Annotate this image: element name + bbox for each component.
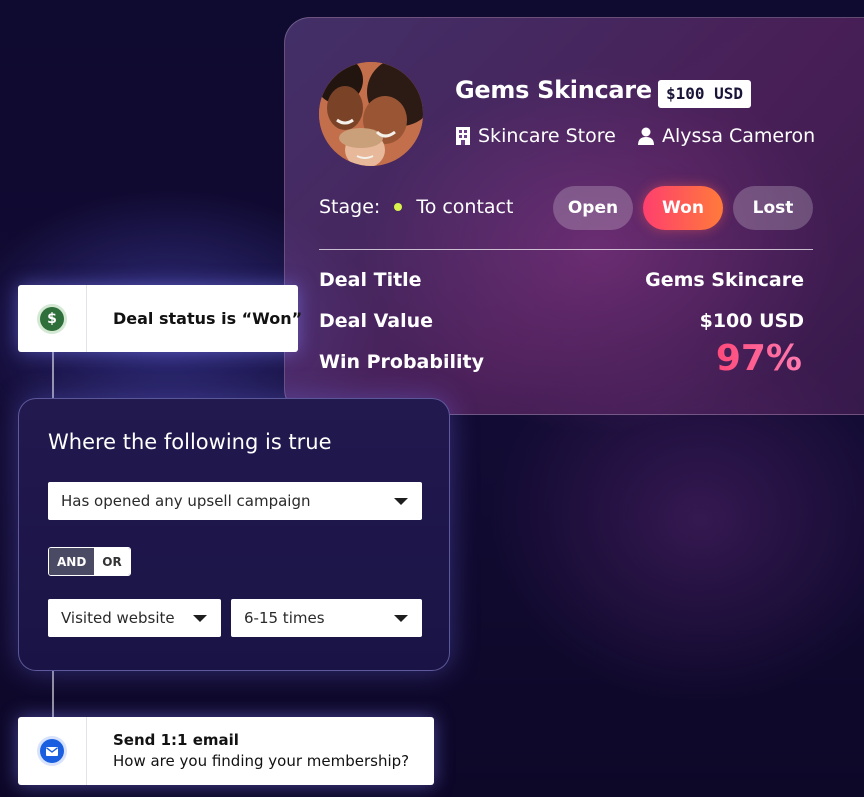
envelope-icon xyxy=(46,746,58,756)
activity-select[interactable]: Visited website xyxy=(48,599,221,637)
email-icon-box xyxy=(18,717,87,785)
status-won-button[interactable]: Won xyxy=(643,186,723,230)
email-icon xyxy=(40,739,64,763)
frequency-select-value: 6-15 times xyxy=(244,609,325,627)
workflow-connector xyxy=(52,352,54,398)
deal-avatar xyxy=(319,62,423,166)
win-probability-value: 97% xyxy=(715,338,802,379)
person-icon xyxy=(638,127,654,145)
status-lost-button[interactable]: Lost xyxy=(733,186,813,230)
logic-toggle[interactable]: AND OR xyxy=(48,547,131,576)
campaign-select[interactable]: Has opened any upsell campaign xyxy=(48,482,422,520)
deal-value-label: Deal Value xyxy=(319,310,434,332)
deal-title-label: Deal Title xyxy=(319,269,422,291)
trigger-text: Deal status is “Won” xyxy=(113,309,303,328)
condition-card: Where the following is true Has opened a… xyxy=(18,398,450,671)
logic-or-option[interactable]: OR xyxy=(94,548,130,575)
status-open-button[interactable]: Open xyxy=(553,186,633,230)
trigger-icon-box: $ xyxy=(18,285,87,352)
deal-contact-label: Alyssa Cameron xyxy=(662,125,816,147)
email-subject: How are you finding your membership? xyxy=(113,752,410,770)
stage-indicator: Stage: To contact xyxy=(319,196,513,218)
deal-category-label: Skincare Store xyxy=(478,125,616,147)
stage-label: Stage: xyxy=(319,196,381,218)
workflow-connector xyxy=(52,671,54,717)
email-text: Send 1:1 email How are you finding your … xyxy=(87,730,409,772)
condition-title: Where the following is true xyxy=(48,430,332,454)
dollar-icon: $ xyxy=(40,306,64,331)
people-photo xyxy=(319,62,423,166)
win-probability-label: Win Probability xyxy=(319,351,484,373)
price-badge: $100 USD xyxy=(658,80,752,108)
divider xyxy=(319,249,813,250)
chevron-down-icon xyxy=(394,614,408,622)
chevron-down-icon xyxy=(394,497,408,505)
logic-and-option[interactable]: AND xyxy=(49,548,95,575)
deal-value-value: $100 USD xyxy=(699,310,804,332)
chevron-down-icon xyxy=(193,614,207,622)
deal-contact: Alyssa Cameron xyxy=(637,123,815,149)
deal-card: Gems Skincare $100 USD Skincare Store Al… xyxy=(284,17,864,415)
building-icon xyxy=(456,127,470,145)
email-action-card[interactable]: Send 1:1 email How are you finding your … xyxy=(18,717,434,785)
trigger-card[interactable]: $ Deal status is “Won” xyxy=(18,285,302,352)
frequency-select[interactable]: 6-15 times xyxy=(231,599,422,637)
deal-title-value: Gems Skincare xyxy=(645,269,804,291)
activity-select-value: Visited website xyxy=(61,609,175,627)
stage-value: To contact xyxy=(416,196,514,218)
stage-dot-icon xyxy=(394,203,403,211)
deal-category: Skincare Store xyxy=(455,123,616,149)
campaign-select-value: Has opened any upsell campaign xyxy=(61,492,311,510)
email-title: Send 1:1 email xyxy=(113,731,239,749)
deal-name: Gems Skincare xyxy=(455,76,652,104)
